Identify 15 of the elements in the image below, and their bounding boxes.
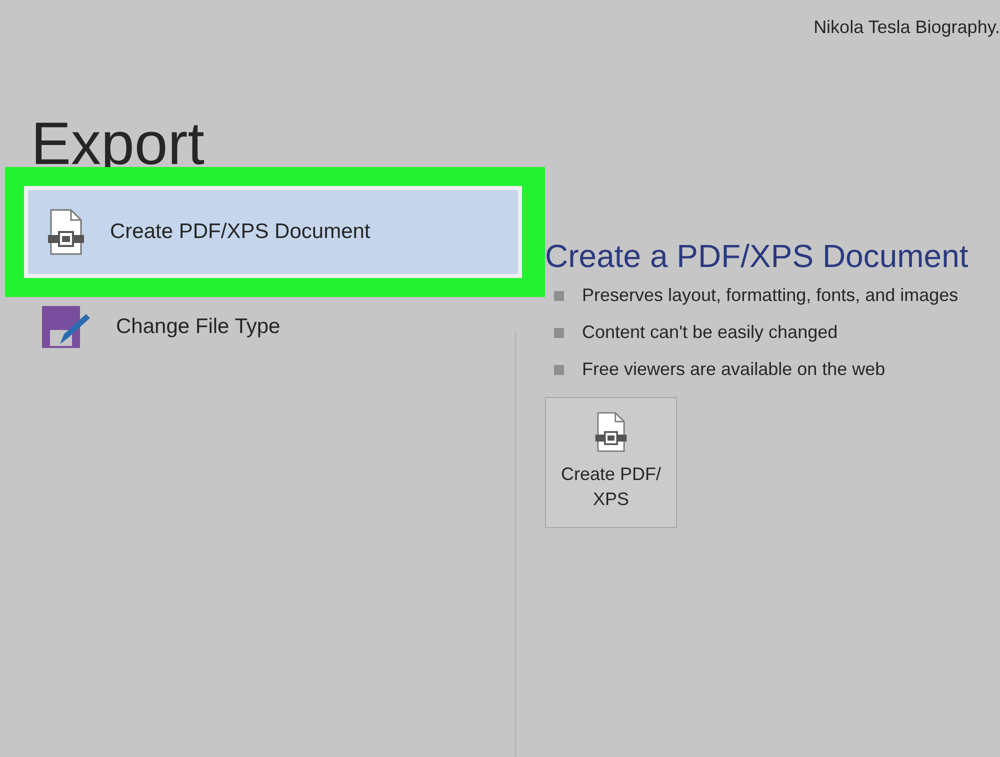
page-heading: Export	[31, 109, 206, 179]
detail-title: Create a PDF/XPS Document	[545, 237, 968, 276]
bullet-icon	[554, 328, 564, 338]
feature-text: Content can't be easily changed	[582, 321, 838, 344]
create-pdf-button[interactable]: Create PDF/ XPS	[545, 397, 677, 528]
export-option[interactable]: Change File Type	[24, 297, 522, 357]
pdf-document-icon	[48, 209, 84, 255]
pdf-document-icon	[593, 412, 629, 452]
save-edit-icon	[40, 304, 90, 350]
window-title: Nikola Tesla Biography.	[814, 16, 1000, 39]
feature-text: Preserves layout, formatting, fonts, and images	[582, 284, 958, 307]
export-option[interactable]: Create PDF/XPS Document	[24, 186, 522, 278]
feature-text: Free viewers are available on the web	[582, 358, 886, 381]
bullet-icon	[554, 364, 564, 374]
bullet-icon	[554, 290, 564, 300]
